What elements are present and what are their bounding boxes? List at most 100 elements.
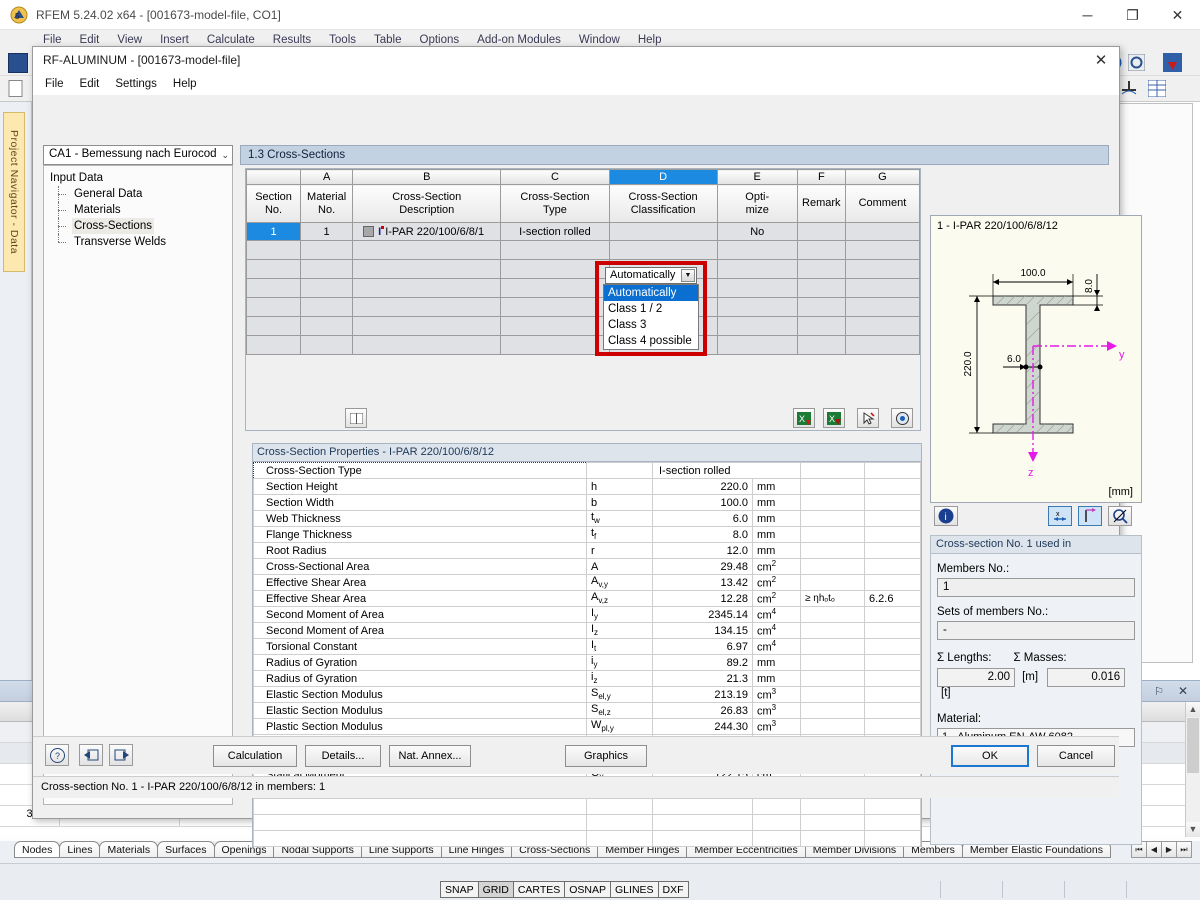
menu-help[interactable]: Help [629, 34, 671, 46]
cell-empty[interactable] [844, 297, 921, 317]
cell-empty[interactable] [844, 335, 921, 355]
cell-empty[interactable] [300, 335, 354, 355]
cell-empty[interactable] [796, 259, 846, 279]
dialog-menu-help[interactable]: Help [173, 78, 197, 90]
property-row[interactable]: Radius of Gyration iz 21.3 mm [253, 670, 921, 687]
col-letter-g[interactable]: G [844, 169, 921, 185]
classification-combobox[interactable]: Automatically ▼ [605, 267, 697, 284]
property-cell-empty[interactable] [751, 798, 802, 815]
cell-empty[interactable] [716, 316, 798, 336]
property-row[interactable]: Elastic Section Modulus Sel,z 26.83 cm3 [253, 702, 921, 719]
property-cell-empty[interactable] [751, 830, 802, 847]
tab-lines[interactable]: Lines [59, 841, 101, 858]
excel-export-icon[interactable]: X [823, 408, 845, 428]
scroll-down-icon[interactable]: ▼ [1186, 822, 1200, 837]
cell-empty[interactable] [716, 297, 798, 317]
property-row[interactable]: Cross-Sectional Area A 29.48 cm2 [253, 558, 921, 575]
graphics-button[interactable]: Graphics [565, 745, 647, 767]
bottom-grid-scrollbar[interactable]: ▲ ▼ [1185, 702, 1200, 837]
dimensions-icon[interactable]: x [1048, 506, 1072, 526]
minimize-button[interactable]: ─ [1065, 0, 1110, 30]
cell-empty[interactable] [844, 240, 921, 260]
cell-empty[interactable] [500, 278, 610, 298]
cell-empty[interactable] [245, 316, 302, 336]
members-field[interactable]: 1 [937, 578, 1135, 597]
property-row[interactable]: Plastic Section Modulus Wpl,y 244.30 cm3 [253, 718, 921, 735]
cell-empty[interactable] [796, 297, 846, 317]
property-row[interactable]: Effective Shear Area Av,y 13.42 cm2 [253, 574, 921, 591]
cell-empty[interactable] [796, 240, 846, 260]
property-cell-empty[interactable] [864, 830, 921, 847]
cell-empty[interactable] [300, 278, 354, 298]
cell-empty[interactable] [716, 259, 798, 279]
sets-field[interactable]: - [937, 621, 1135, 640]
cell-empty[interactable] [352, 259, 502, 279]
tab-prev-icon[interactable]: ◀ [1146, 841, 1162, 858]
book-icon[interactable] [345, 408, 367, 428]
chevron-down-icon[interactable]: ⌄ [221, 150, 229, 161]
cell-empty[interactable] [500, 316, 610, 336]
table-row-empty[interactable] [245, 259, 921, 279]
project-navigator-tab[interactable]: Project Navigator - Data [3, 112, 25, 272]
cell-empty[interactable] [352, 316, 502, 336]
cell-empty[interactable] [300, 240, 354, 260]
cross-section-graphic[interactable]: 1 - I-PAR 220/100/6/8/12 y z 100.0 220.0… [930, 215, 1142, 503]
table-row-empty[interactable] [245, 316, 921, 336]
menu-file[interactable]: File [34, 34, 71, 46]
cell-empty[interactable] [245, 278, 302, 298]
zoom-off-icon[interactable] [1108, 506, 1132, 526]
cell-empty[interactable] [300, 297, 354, 317]
scroll-thumb[interactable] [1187, 718, 1199, 773]
menu-addon-modules[interactable]: Add-on Modules [468, 34, 570, 46]
design-case-selector[interactable]: CA1 - Bemessung nach Eurocod ⌄ [43, 145, 233, 165]
property-row-empty[interactable] [253, 830, 921, 847]
cell-empty[interactable] [352, 240, 502, 260]
cell-empty[interactable] [500, 335, 610, 355]
input-data-tree[interactable]: Input Data General Data Materials Cross-… [43, 165, 233, 805]
axes-icon[interactable] [1078, 506, 1102, 526]
property-row[interactable]: Web Thickness tw 6.0 mm [253, 510, 921, 527]
tree-item-materials[interactable]: Materials [50, 202, 232, 218]
property-cell-empty[interactable] [651, 798, 753, 815]
col-letter-a[interactable]: A [300, 169, 354, 185]
cell-empty[interactable] [716, 240, 798, 260]
settings-gear-icon[interactable] [1127, 53, 1146, 74]
cell-empty[interactable] [352, 335, 502, 355]
scroll-up-icon[interactable]: ▲ [1186, 702, 1200, 717]
snap-button[interactable]: SNAP [440, 881, 479, 898]
lengths-field[interactable]: 2.00 [937, 668, 1015, 687]
property-cell-empty[interactable] [864, 814, 921, 831]
property-cell-empty[interactable] [864, 798, 921, 815]
property-cell-empty[interactable] [651, 814, 753, 831]
pin-icon[interactable]: ⚐ [1154, 685, 1164, 698]
classification-dropdown-list[interactable]: Automatically Class 1 / 2 Class 3 Class … [603, 284, 699, 350]
dialog-menu-settings[interactable]: Settings [115, 78, 157, 90]
cell-description[interactable]: I I-PAR 220/100/6/8/1 [352, 222, 502, 241]
property-row[interactable]: Torsional Constant It 6.97 cm4 [253, 638, 921, 655]
property-cell-empty[interactable] [800, 798, 865, 815]
cell-type[interactable]: I-section rolled [500, 222, 610, 241]
dropdown-option-class-4-possible[interactable]: Class 4 possible [604, 333, 698, 349]
property-cell-empty[interactable] [253, 798, 587, 815]
cell-empty[interactable] [796, 335, 846, 355]
cell-empty[interactable] [300, 316, 354, 336]
property-row[interactable]: Effective Shear Area Av,z 12.28 cm2 ≥ ηhₒtₒ 6… [253, 590, 921, 607]
menu-tools[interactable]: Tools [320, 34, 365, 46]
property-cell-empty[interactable] [253, 830, 587, 847]
dialog-menu-file[interactable]: File [45, 78, 64, 90]
cell-empty[interactable] [245, 259, 302, 279]
masses-field[interactable]: 0.016 [1047, 668, 1126, 687]
cell-empty[interactable] [844, 259, 921, 279]
menu-edit[interactable]: Edit [71, 34, 109, 46]
cell-empty[interactable] [844, 316, 921, 336]
menu-calculate[interactable]: Calculate [198, 34, 264, 46]
property-row[interactable]: Radius of Gyration iy 89.2 mm [253, 654, 921, 671]
cell-empty[interactable] [352, 297, 502, 317]
table-grid-icon[interactable] [1147, 79, 1167, 100]
table-row-empty[interactable] [245, 335, 921, 355]
table-row-empty[interactable] [245, 240, 921, 260]
property-row[interactable]: Flange Thickness tf 8.0 mm [253, 526, 921, 543]
table-row-empty[interactable] [245, 278, 921, 298]
property-cell-empty[interactable] [585, 830, 653, 847]
tree-item-general-data[interactable]: General Data [50, 186, 232, 202]
